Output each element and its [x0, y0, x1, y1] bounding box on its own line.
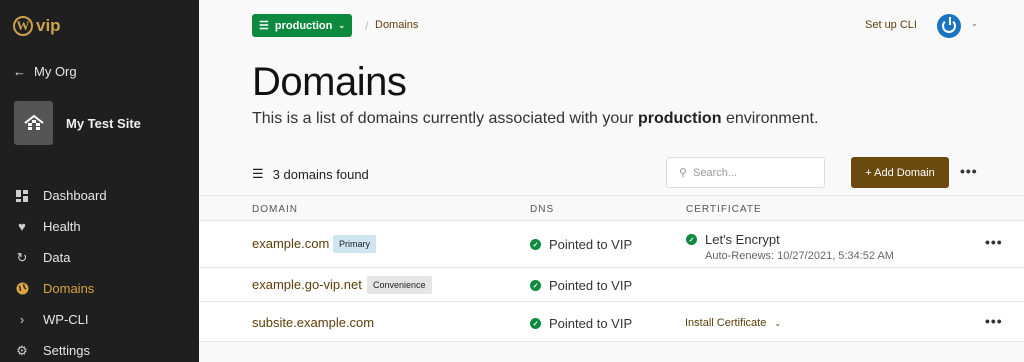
- desc-before: This is a list of domains currently asso…: [252, 110, 634, 127]
- check-icon: ✓: [530, 318, 541, 329]
- site-thumbnail: [14, 101, 53, 145]
- dns-status: ✓ Pointed to VIP: [530, 237, 632, 252]
- site-selector[interactable]: My Test Site: [14, 101, 141, 145]
- table-row: subsite.example.com ✓ Pointed to VIP Ins…: [199, 302, 1024, 342]
- chevron-down-icon[interactable]: ⌄: [971, 19, 978, 28]
- dashboard-icon: [15, 189, 29, 203]
- breadcrumb-separator: /: [365, 19, 369, 33]
- convenience-badge: Convenience: [367, 276, 432, 294]
- setup-cli-link[interactable]: Set up CLI: [865, 19, 917, 31]
- domain-link[interactable]: subsite.example.com: [252, 315, 374, 330]
- sidebar-nav: Dashboard ♥ Health ↻ Data Domains › WP-C…: [0, 180, 199, 362]
- more-options-icon[interactable]: •••: [960, 163, 978, 179]
- count-label: 3 domains found: [272, 166, 369, 182]
- sync-icon: ↻: [16, 249, 28, 265]
- logo-text: vip: [36, 16, 61, 35]
- sidebar-item-dashboard[interactable]: Dashboard: [0, 180, 199, 211]
- domain-count: ☰ 3 domains found: [252, 166, 369, 182]
- column-header-dns: DNS: [530, 204, 555, 215]
- row-more-icon[interactable]: •••: [985, 234, 1003, 250]
- sidebar-item-label: WP-CLI: [43, 312, 89, 327]
- dns-status: ✓ Pointed to VIP: [530, 316, 632, 331]
- back-org-label: My Org: [34, 64, 77, 79]
- check-icon: ✓: [686, 234, 697, 245]
- certificate-label: Let's Encrypt: [705, 232, 780, 247]
- dns-label: Pointed to VIP: [549, 237, 633, 252]
- domains-table: DOMAIN DNS CERTIFICATE example.com Prima…: [199, 195, 1024, 342]
- sidebar-item-label: Domains: [43, 281, 95, 296]
- check-icon: ✓: [530, 239, 541, 250]
- list-icon: ☰: [259, 20, 269, 32]
- sidebar-item-domains[interactable]: Domains: [0, 273, 199, 304]
- desc-environment: production: [637, 110, 722, 127]
- sidebar-item-label: Health: [43, 219, 81, 234]
- dns-label: Pointed to VIP: [549, 316, 633, 331]
- row-more-icon[interactable]: •••: [985, 313, 1003, 329]
- table-row: example.go-vip.net Convenience ✓ Pointed…: [199, 268, 1024, 302]
- site-house-icon: [23, 114, 44, 130]
- sidebar-item-label: Dashboard: [43, 188, 107, 203]
- chevron-down-icon: ⌄: [774, 319, 782, 328]
- heart-icon: ♥: [18, 219, 26, 234]
- add-domain-button[interactable]: + Add Domain: [851, 157, 949, 188]
- environment-label: production: [274, 19, 333, 32]
- certificate-status: ✓ Let's Encrypt Auto-Renews: 10/27/2021,…: [686, 232, 894, 262]
- page-title: Domains: [252, 60, 407, 104]
- sidebar-item-label: Settings: [43, 343, 90, 358]
- desc-after: environment.: [725, 110, 819, 127]
- sidebar-item-wp-cli[interactable]: › WP-CLI: [0, 304, 199, 335]
- table-row: example.com Primary ✓ Pointed to VIP ✓ L…: [199, 221, 1024, 268]
- main-content: ☰ production ⌄ / Domains Set up CLI ⌄ Do…: [199, 0, 1024, 362]
- power-icon: [942, 17, 956, 33]
- chevron-right-icon: ›: [19, 312, 25, 327]
- site-name: My Test Site: [66, 115, 141, 131]
- vip-logo[interactable]: W vip: [13, 16, 61, 36]
- dns-status: ✓ Pointed to VIP: [530, 278, 632, 293]
- sidebar-item-settings[interactable]: ⚙ Settings: [0, 335, 199, 362]
- sidebar-item-data[interactable]: ↻ Data: [0, 242, 199, 273]
- check-icon: ✓: [530, 280, 541, 291]
- arrow-left-icon: ←: [13, 64, 26, 79]
- search-input[interactable]: ⚲ Search...: [666, 157, 825, 188]
- wordpress-logo-icon: W: [13, 16, 33, 36]
- avatar[interactable]: [937, 14, 961, 38]
- breadcrumb[interactable]: Domains: [375, 19, 418, 31]
- install-certificate-dropdown[interactable]: Install Certificate ⌄: [685, 317, 781, 329]
- table-header: DOMAIN DNS CERTIFICATE: [199, 195, 1024, 221]
- gear-icon: ⚙: [16, 342, 28, 358]
- primary-badge: Primary: [333, 235, 376, 253]
- sidebar-item-health[interactable]: ♥ Health: [0, 211, 199, 242]
- column-header-domain: DOMAIN: [252, 204, 298, 215]
- dns-label: Pointed to VIP: [549, 278, 633, 293]
- list-icon: ☰: [252, 166, 264, 181]
- back-to-org-link[interactable]: ← My Org: [13, 64, 77, 79]
- globe-icon: [15, 282, 29, 296]
- search-icon: ⚲: [679, 167, 688, 179]
- sidebar-item-label: Data: [43, 250, 71, 265]
- install-certificate-label: Install Certificate: [685, 317, 767, 329]
- certificate-renewal: Auto-Renews: 10/27/2021, 5:34:52 AM: [705, 250, 894, 262]
- environment-dropdown[interactable]: ☰ production ⌄: [252, 14, 352, 37]
- page-description: This is a list of domains currently asso…: [252, 110, 818, 128]
- domain-link[interactable]: example.com: [252, 236, 329, 251]
- sidebar: W vip ← My Org My Test Site Dashboard ♥ …: [0, 0, 199, 362]
- search-placeholder: Search...: [693, 166, 738, 179]
- column-header-certificate: CERTIFICATE: [686, 204, 762, 215]
- domain-link[interactable]: example.go-vip.net: [252, 277, 362, 292]
- chevron-down-icon: ⌄: [338, 21, 346, 30]
